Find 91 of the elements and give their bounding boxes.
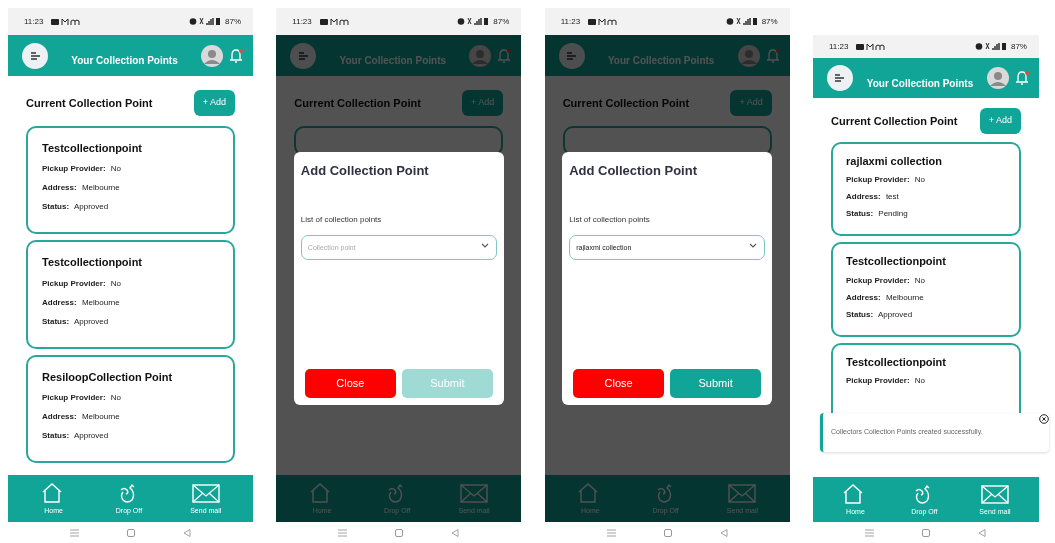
notification-icons-drawing — [856, 42, 886, 51]
header-title: Your Collection Points — [865, 76, 975, 91]
menu-icon — [834, 74, 846, 82]
menu-icon — [297, 51, 309, 60]
system-status-icons-drawing — [189, 17, 221, 26]
menu-icon[interactable] — [338, 528, 348, 537]
home-square-icon[interactable] — [127, 528, 135, 537]
modal-title: Add Collection Point — [300, 162, 430, 180]
avatar-icon[interactable] — [201, 44, 223, 67]
modal-title: Add Collection Point — [569, 162, 698, 180]
home-square-icon[interactable] — [395, 528, 404, 537]
card-field: Address: Melbourne — [42, 182, 219, 194]
card-field: Pickup Provider: No — [846, 174, 1006, 186]
envelope-icon — [191, 482, 220, 505]
close-button[interactable]: Close — [573, 369, 665, 398]
avatar-icon[interactable] — [469, 44, 492, 67]
header-title: Your Collection Points — [70, 54, 179, 68]
avatar-icon[interactable] — [737, 44, 760, 67]
envelope-icon — [728, 482, 757, 505]
status-time: 11:23 — [24, 15, 44, 28]
card-title: Testcollectionpoint — [846, 254, 947, 269]
back-icon[interactable] — [978, 528, 987, 537]
add-button[interactable]: + Add — [193, 90, 235, 116]
battery-percent: 87% — [493, 15, 510, 28]
avatar-icon[interactable] — [987, 67, 1009, 89]
chevron-down-icon[interactable] — [480, 242, 489, 248]
notification-bell-icon[interactable] — [229, 48, 243, 63]
menu-button[interactable] — [827, 65, 853, 91]
card-field: Address: Melbourne — [42, 296, 219, 309]
back-icon[interactable] — [451, 528, 460, 537]
card-field: Pickup Provider: No — [42, 277, 219, 290]
card-field: Status: Approved — [42, 201, 219, 213]
envelope-icon — [980, 483, 1009, 506]
card-field: Address: test — [846, 191, 1006, 203]
notification-bell-icon[interactable] — [497, 48, 512, 63]
home-square-icon[interactable] — [922, 528, 931, 537]
notification-bell-icon[interactable] — [765, 48, 780, 63]
card-field: Pickup Provider: No — [42, 392, 219, 404]
battery-percent: 87% — [1010, 40, 1027, 53]
notification-icons-drawing — [319, 17, 349, 26]
add-button[interactable]: + Add — [730, 90, 772, 116]
card-field: Status: Approved — [42, 315, 219, 328]
back-icon[interactable] — [719, 528, 728, 537]
notification-icons-drawing — [51, 17, 81, 26]
submit-button: Submit — [401, 369, 493, 398]
field-label: List of collection points — [569, 213, 651, 226]
card-field: Status: Approved — [846, 308, 1006, 321]
status-time: 11:23 — [829, 40, 849, 53]
home-square-icon[interactable] — [663, 528, 672, 537]
card-title: rajlaxmi collection — [846, 153, 943, 169]
system-status-icons-drawing — [725, 17, 758, 26]
add-button[interactable]: + Add — [979, 108, 1021, 134]
card-field: Pickup Provider: No — [846, 274, 1006, 287]
system-status-icons-drawing — [457, 17, 490, 26]
status-time: 11:23 — [292, 15, 312, 28]
close-button[interactable]: Close — [304, 369, 396, 398]
card-title: Testcollectionpoint — [846, 354, 947, 370]
notification-icons-drawing — [588, 17, 618, 26]
card-field: Status: Approved — [42, 430, 219, 442]
card-title: ResiloopCollection Point — [42, 369, 174, 385]
chevron-down-icon[interactable] — [749, 242, 758, 248]
battery-percent: 87% — [225, 15, 241, 28]
header-title: Your Collection Points — [338, 54, 448, 68]
menu-icon — [29, 51, 41, 60]
card-field: Address: Melbourne — [846, 291, 1006, 304]
section-heading: Current Collection Point — [562, 95, 690, 111]
battery-percent: 87% — [761, 15, 778, 28]
section-heading: Current Collection Point — [26, 95, 153, 111]
card-field: Address: Melbourne — [42, 411, 219, 423]
add-button[interactable]: + Add — [462, 90, 504, 116]
section-heading: Current Collection Point — [294, 95, 421, 111]
section-heading: Current Collection Point — [831, 113, 958, 129]
card-field: Pickup Provider: No — [846, 375, 1006, 387]
menu-icon[interactable] — [606, 528, 616, 537]
menu-button[interactable] — [22, 42, 48, 69]
menu-icon[interactable] — [70, 528, 79, 537]
menu-icon[interactable] — [865, 528, 875, 537]
card-title: Testcollectionpoint — [42, 255, 144, 270]
card-field: Pickup Provider: No — [42, 163, 219, 175]
close-icon[interactable] — [1039, 414, 1049, 424]
back-icon[interactable] — [183, 528, 191, 537]
card-title: Testcollectionpoint — [42, 140, 144, 156]
status-time: 11:23 — [560, 15, 581, 28]
submit-button[interactable]: Submit — [670, 369, 762, 398]
notification-bell-icon[interactable] — [1015, 71, 1029, 85]
card-field: Status: Pending — [846, 208, 1006, 220]
menu-icon — [566, 51, 578, 60]
system-status-icons-drawing — [974, 42, 1007, 51]
envelope-icon — [460, 482, 489, 505]
field-label: List of collection points — [300, 213, 383, 226]
header-title: Your Collection Points — [606, 54, 716, 68]
